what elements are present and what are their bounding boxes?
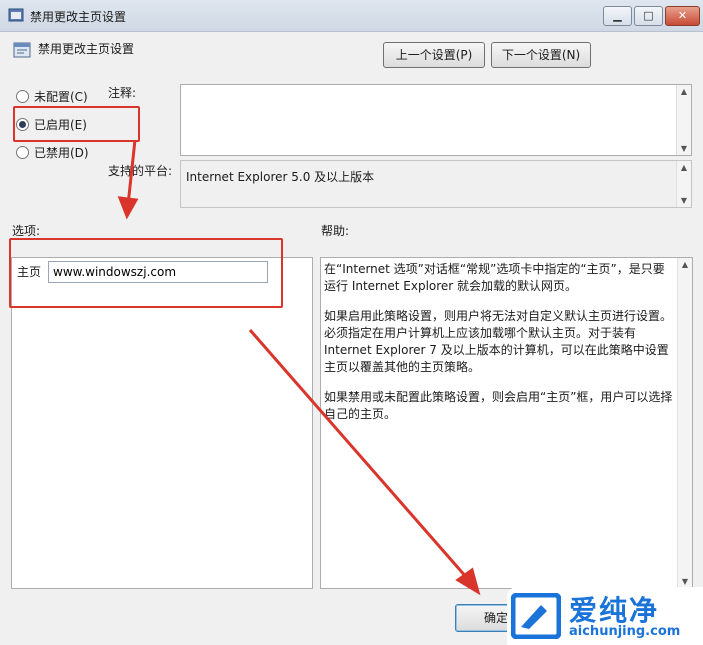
next-setting-button[interactable]: 下一个设置(N) [491,42,591,68]
platform-scrollbar[interactable]: ▲ ▼ [676,161,691,207]
options-label: 选项: [12,224,41,238]
scroll-down-icon[interactable]: ▼ [677,144,691,153]
scroll-up-icon[interactable]: ▲ [677,163,691,172]
setting-icon [13,42,31,58]
help-paragraph: 在“Internet 选项”对话框“常规”选项卡中指定的“主页”，是只要运行 I… [324,262,665,293]
radio-label: 未配置(C) [34,90,88,104]
brand-logo-icon [511,593,561,639]
annotation-highlight-enabled [13,106,140,142]
brand-name: 爱纯净 [569,594,660,627]
radio-button-icon [16,146,29,159]
help-paragraph: 如果启用此策略设置，则用户将无法对自定义默认主页进行设置。必须指定在用户计算机上… [324,309,673,374]
platform-field: Internet Explorer 5.0 及以上版本 ▲ ▼ [180,160,692,208]
window-title: 禁用更改主页设置 [30,10,127,24]
help-scrollbar[interactable]: ▲ ▼ [677,258,692,588]
scroll-down-icon[interactable]: ▼ [677,196,691,205]
comment-scrollbar[interactable]: ▲ ▼ [676,85,691,155]
policy-icon [8,8,24,22]
watermark-logo: 爱纯净 aichunjing.com [507,587,703,645]
help-panel: 在“Internet 选项”对话框“常规”选项卡中指定的“主页”，是只要运行 I… [320,257,693,589]
maximize-button[interactable]: □ [634,6,663,26]
minimize-button[interactable]: ▁ [603,6,632,26]
scroll-up-icon[interactable]: ▲ [677,87,691,96]
platform-label: 支持的平台: [108,164,173,178]
scroll-up-icon[interactable]: ▲ [678,260,692,269]
help-label: 帮助: [321,224,350,238]
comment-textarea[interactable]: ▲ ▼ [180,84,692,156]
annotation-highlight-homepage [9,238,283,308]
annotation-arrow-head [117,196,139,220]
close-button[interactable]: ✕ [665,6,700,26]
help-text: 在“Internet 选项”对话框“常规”选项卡中指定的“主页”，是只要运行 I… [324,261,674,436]
radio-not-configured[interactable]: 未配置(C) [16,88,88,105]
radio-button-icon [16,90,29,103]
radio-disabled[interactable]: 已禁用(D) [16,144,89,161]
radio-label: 已禁用(D) [34,146,89,160]
help-paragraph: 如果禁用或未配置此策略设置，则会启用“主页”框，用户可以选择自己的主页。 [324,390,673,421]
comment-label: 注释: [108,86,137,100]
setting-title: 禁用更改主页设置 [38,42,135,56]
brand-url: aichunjing.com [569,624,681,639]
scroll-down-icon[interactable]: ▼ [678,577,692,586]
platform-value: Internet Explorer 5.0 及以上版本 [186,170,375,184]
previous-setting-button[interactable]: 上一个设置(P) [383,42,485,68]
